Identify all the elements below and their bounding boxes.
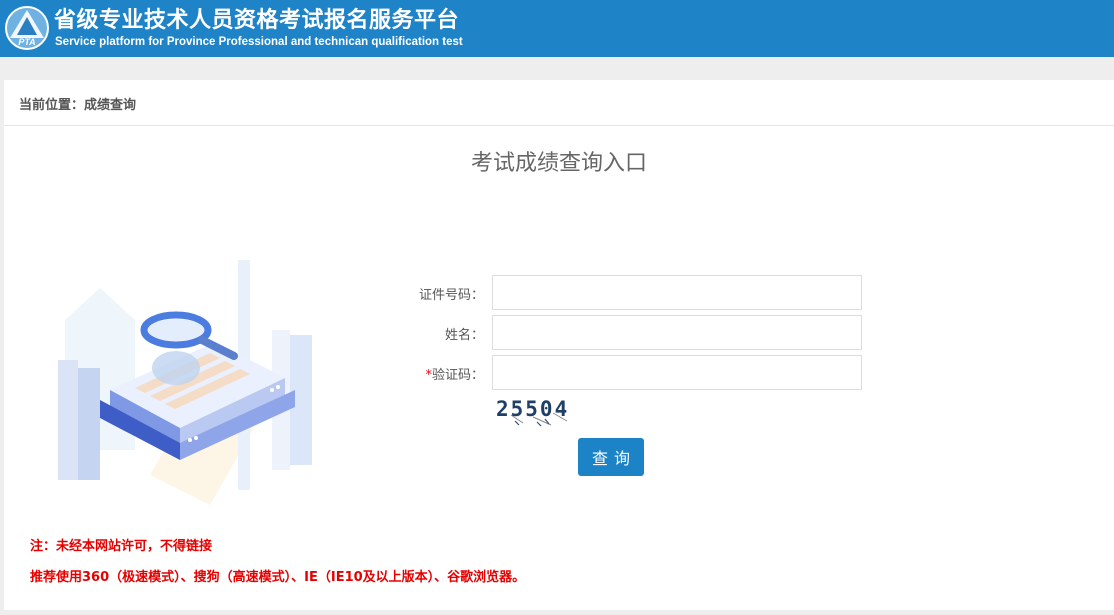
- captcha-label-wrap: *验证码：: [374, 364, 484, 383]
- pta-logo: PTA: [5, 6, 49, 50]
- site-title: 省级专业技术人员资格考试报名服务平台: [54, 8, 460, 33]
- search-illustration: [58, 260, 312, 505]
- main-panel: 当前位置：成绩查询 考试成绩查询入口 证件号码： 姓名： *验证码： 25504…: [4, 80, 1114, 610]
- name-row: 姓名：: [374, 315, 894, 351]
- name-input[interactable]: [492, 315, 862, 350]
- captcha-input[interactable]: [492, 355, 862, 390]
- captcha-image[interactable]: 25504: [493, 395, 589, 429]
- logo-text: PTA: [18, 37, 35, 47]
- id-number-input[interactable]: [492, 275, 862, 310]
- captcha-text: 25504: [496, 397, 569, 421]
- id-number-row: 证件号码：: [374, 275, 894, 311]
- captcha-label: 验证码：: [431, 368, 484, 383]
- name-label: 姓名：: [444, 328, 484, 343]
- id-number-label: 证件号码：: [418, 288, 484, 303]
- link-notice: 注：未经本网站许可，不得链接: [30, 539, 213, 554]
- header-bar: PTA 省级专业技术人员资格考试报名服务平台 Service platform …: [0, 0, 1114, 57]
- captcha-row: *验证码：: [374, 355, 894, 391]
- breadcrumb: 当前位置：成绩查询: [4, 80, 1114, 126]
- page-title: 考试成绩查询入口: [470, 151, 647, 176]
- query-button[interactable]: 查询: [578, 438, 644, 476]
- browser-notice: 推荐使用360（极速模式）、搜狗（高速模式）、IE（IE10及以上版本）、谷歌浏…: [30, 570, 526, 585]
- site-subtitle: Service platform for Province Profession…: [55, 36, 463, 48]
